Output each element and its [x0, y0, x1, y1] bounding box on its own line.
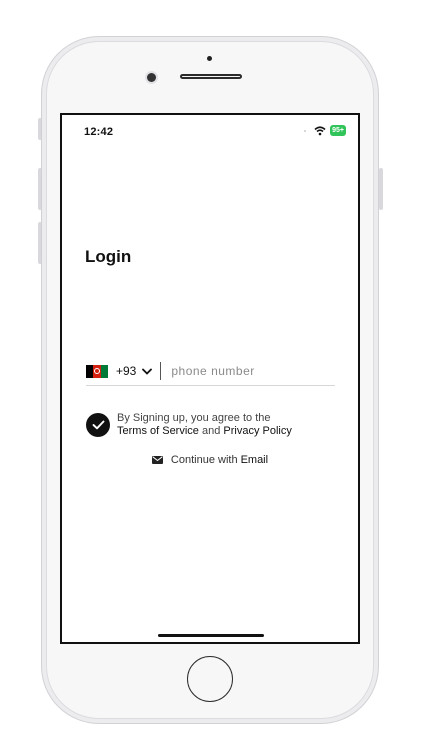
- terms-agreement: By Signing up, you agree to the Terms of…: [86, 412, 292, 438]
- privacy-policy-link[interactable]: Privacy Policy: [223, 425, 291, 437]
- afghanistan-flag-icon[interactable]: [86, 364, 108, 378]
- chevron-down-icon[interactable]: [142, 368, 153, 375]
- page-title: Login: [85, 247, 132, 266]
- status-time: 12:42: [84, 126, 114, 138]
- checkmark-icon[interactable]: [86, 413, 110, 437]
- continue-with-email-button[interactable]: Continue with Email: [62, 454, 358, 466]
- continue-email-label: Email: [240, 454, 269, 466]
- phone-input-underline: [86, 385, 335, 386]
- phone-input-row: +93: [86, 358, 335, 384]
- mail-icon: [151, 456, 163, 464]
- phone-number-input[interactable]: [169, 363, 324, 379]
- earpiece-speaker: [180, 74, 242, 79]
- input-divider: [160, 362, 162, 380]
- battery-indicator: 95+: [330, 125, 346, 136]
- terms-and: and: [201, 425, 221, 437]
- power-button: [379, 168, 383, 210]
- terms-of-service-link[interactable]: Terms of Service: [117, 425, 199, 437]
- terms-prefix: By Signing up, you agree to the: [117, 412, 271, 424]
- status-dot: [304, 129, 307, 132]
- wifi-icon: [314, 125, 326, 135]
- terms-text: By Signing up, you agree to the Terms of…: [117, 412, 292, 438]
- app-screen: 12:42 95+ Login +93 By S: [60, 113, 360, 644]
- continue-prefix: Continue with: [170, 454, 238, 466]
- proximity-sensor: [207, 56, 212, 61]
- front-camera: [147, 73, 156, 82]
- status-indicators: 95+: [304, 125, 346, 136]
- country-code[interactable]: +93: [116, 364, 136, 378]
- home-indicator[interactable]: [158, 634, 264, 637]
- home-button[interactable]: [187, 656, 233, 702]
